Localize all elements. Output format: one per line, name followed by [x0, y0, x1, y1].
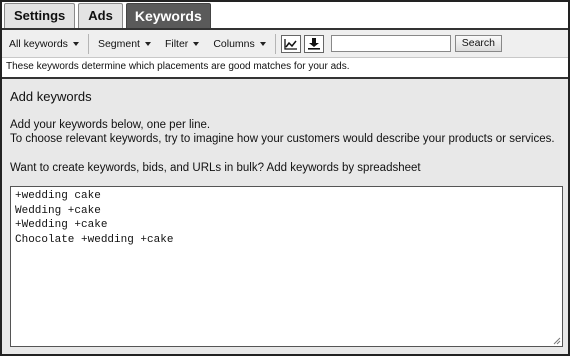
- instruction-line-1: Add your keywords below, one per line.: [10, 119, 211, 131]
- toolbar: All keywords Segment Filter Columns Sear…: [2, 30, 568, 58]
- filter-label: Filter: [164, 37, 189, 50]
- segment-label: Segment: [97, 37, 140, 50]
- panel-title: Add keywords: [10, 89, 92, 104]
- tab-ads[interactable]: Ads: [78, 3, 123, 28]
- chevron-down-icon: [193, 41, 200, 46]
- tab-bar: Settings Ads Keywords: [4, 3, 214, 29]
- segment-dropdown[interactable]: Segment: [91, 34, 158, 54]
- keywords-list: +wedding cake Wedding +cake +Wedding +ca…: [15, 189, 173, 247]
- chevron-down-icon: [72, 41, 79, 46]
- toolbar-separator: [274, 33, 276, 54]
- line-chart-icon[interactable]: [280, 34, 301, 53]
- chevron-down-icon: [259, 41, 266, 46]
- columns-label: Columns: [213, 37, 255, 50]
- toolbar-separator: [87, 33, 89, 54]
- info-text: These keywords determine which placement…: [6, 61, 350, 72]
- keyword-line: Wedding +cake: [15, 204, 101, 217]
- keyword-line: +Wedding +cake: [15, 219, 108, 231]
- all-keywords-label: All keywords: [9, 37, 68, 50]
- keywords-window: Settings Ads Keywords All keywords Segme…: [0, 0, 570, 356]
- search-button[interactable]: Search: [454, 35, 503, 52]
- chevron-down-icon: [144, 41, 151, 46]
- resize-handle-icon[interactable]: [552, 336, 561, 345]
- filter-dropdown[interactable]: Filter: [158, 34, 206, 54]
- bulk-spreadsheet-text[interactable]: Want to create keywords, bids, and URLs …: [10, 162, 421, 174]
- download-icon[interactable]: [303, 34, 324, 53]
- keywords-textarea[interactable]: +wedding cake Wedding +cake +Wedding +ca…: [10, 186, 563, 347]
- all-keywords-dropdown[interactable]: All keywords: [2, 34, 86, 54]
- tab-settings[interactable]: Settings: [4, 3, 76, 28]
- instruction-line-2: To choose relevant keywords, try to imag…: [10, 133, 555, 145]
- keyword-line: Chocolate +wedding +cake: [15, 233, 174, 246]
- columns-dropdown[interactable]: Columns: [206, 34, 272, 54]
- add-keywords-panel: Add keywords Add your keywords below, on…: [2, 79, 568, 354]
- search-input[interactable]: [330, 35, 451, 52]
- tab-keywords[interactable]: Keywords: [125, 3, 211, 29]
- keyword-line: +wedding cake: [15, 190, 101, 202]
